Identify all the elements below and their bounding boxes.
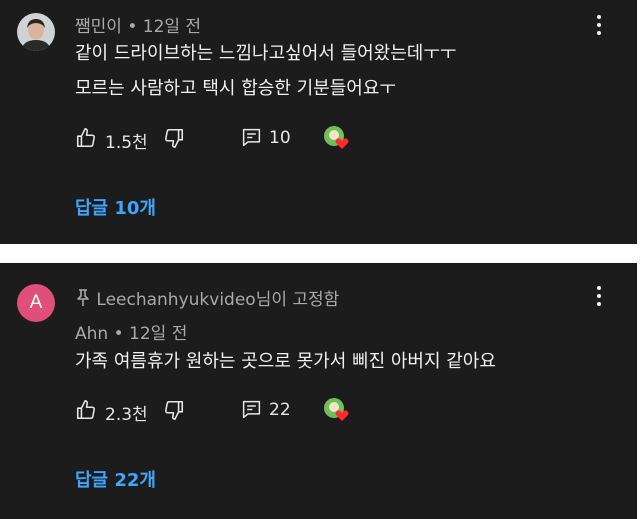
avatar[interactable]: A bbox=[17, 284, 55, 322]
comment-time: • 12일 전 bbox=[113, 324, 188, 344]
comment-actions: 2.3천 22 bbox=[75, 396, 375, 426]
creator-heart-icon bbox=[324, 398, 349, 421]
comment-text: 가족 여름휴가 원하는 곳으로 못가서 삐진 아버지 같아요 bbox=[75, 351, 496, 372]
comment-text-line: 모르는 사람하고 택시 합승한 기분들어요ㅜ bbox=[75, 78, 396, 99]
like-count: 2.3천 bbox=[105, 405, 148, 425]
thumbs-up-icon[interactable] bbox=[75, 127, 97, 149]
comment-card-2: A Leechanhyukvideo님이 고정함 Ahn • 12일 전 가족 … bbox=[0, 263, 637, 519]
creator-heart-icon bbox=[324, 126, 349, 149]
reply-count: 22 bbox=[269, 400, 291, 420]
view-replies-button[interactable]: 답글 22개 bbox=[75, 466, 156, 492]
reply-icon[interactable] bbox=[241, 399, 262, 420]
thumbs-down-icon[interactable] bbox=[163, 399, 185, 421]
reply-count: 10 bbox=[269, 128, 291, 148]
more-options-icon[interactable] bbox=[590, 13, 608, 37]
thumbs-up-icon[interactable] bbox=[75, 399, 97, 421]
thumbs-down-icon[interactable] bbox=[163, 127, 185, 149]
comment-author[interactable]: Ahn bbox=[75, 324, 108, 344]
person-photo-avatar-icon bbox=[17, 13, 55, 51]
comment-card-1: 쨈민이 • 12일 전 같이 드라이브하는 느낌나고싶어서 들어왔는데ㅜㅜ 모르… bbox=[0, 0, 637, 244]
avatar[interactable] bbox=[17, 13, 55, 51]
reply-icon[interactable] bbox=[241, 127, 262, 148]
comment-time: • 12일 전 bbox=[127, 17, 202, 37]
view-replies-button[interactable]: 답글 10개 bbox=[75, 194, 156, 220]
comment-actions: 1.5천 10 bbox=[75, 124, 375, 154]
more-options-icon[interactable] bbox=[590, 284, 608, 308]
like-count: 1.5천 bbox=[105, 133, 148, 153]
comment-text-line: 같이 드라이브하는 느낌나고싶어서 들어왔는데ㅜㅜ bbox=[75, 43, 457, 64]
pinned-label: Leechanhyukvideo님이 고정함 bbox=[96, 290, 340, 310]
pin-icon bbox=[77, 289, 89, 306]
comment-author[interactable]: 쨈민이 bbox=[75, 17, 122, 37]
avatar-letter: A bbox=[29, 292, 43, 313]
